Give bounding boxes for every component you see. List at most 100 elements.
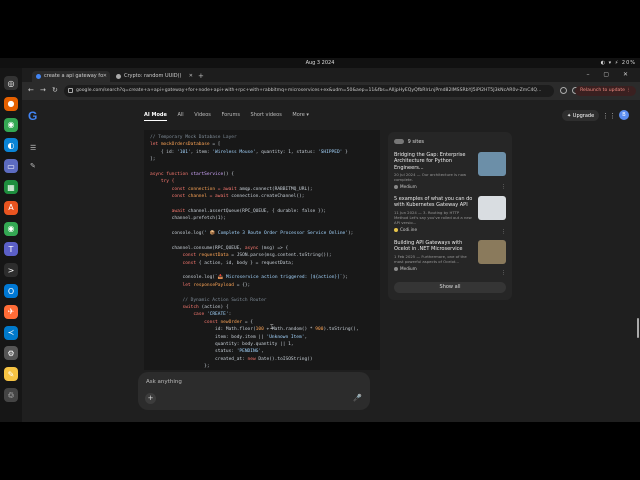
close-tab-icon[interactable]: ✕ [189, 73, 193, 79]
dock-ubuntu-icon[interactable]: ◎ [4, 76, 18, 90]
source-thumbnail[interactable] [478, 196, 506, 220]
dock-trash-icon[interactable]: ♲ [4, 388, 18, 402]
code-line: const channel = await connection.createC… [150, 194, 305, 200]
dock-spreadsheet-icon[interactable]: ▦ [4, 180, 18, 194]
ask-box[interactable]: Ask anything + 🎤 [138, 372, 370, 410]
add-attachment-button[interactable]: + [145, 393, 156, 404]
history-icon[interactable]: ☰ [30, 144, 38, 152]
tab-title: create a api gateway fo [44, 73, 104, 79]
dock-edge-icon[interactable]: ◐ [4, 138, 18, 153]
code-line: console.log(`📥 Microservice action trigg… [150, 275, 348, 281]
site-info-icon[interactable] [68, 88, 73, 93]
microphone-icon[interactable]: 🎤 [353, 394, 362, 402]
dock-teams-icon[interactable]: T [4, 242, 18, 257]
more-options-icon[interactable]: ⋮ [501, 229, 506, 235]
code-line: ]; [150, 157, 156, 163]
code-line: { id: '101', item: 'Wireless Mouse', qua… [150, 149, 348, 155]
source-title[interactable]: 5 examples of what you can do with Kuber… [394, 196, 474, 209]
code-block: // Temporary Mock Database Layer let mock… [144, 130, 380, 370]
tab-favicon-icon [116, 74, 121, 79]
url-text: google.com/search?q=create+a+api+gateway… [76, 88, 542, 93]
google-logo[interactable]: G [28, 109, 37, 123]
dock-notes-icon[interactable]: ✎ [4, 367, 18, 382]
status-indicators[interactable]: ◐ ▾ ⚡ 20% [601, 60, 636, 66]
source-thumbnail[interactable] [478, 152, 506, 176]
source-description: 1 Feb 2025 — Furthermore, one of the mos… [394, 253, 467, 264]
dock-chrome-icon[interactable]: ◉ [4, 117, 18, 132]
address-bar[interactable]: google.com/search?q=create+a+api+gateway… [64, 85, 554, 97]
code-line: const newOrder = { [150, 319, 253, 325]
dock-postman-icon[interactable]: ✈ [4, 304, 18, 319]
code-line: let responsePayload = {}; [150, 282, 251, 288]
new-chat-icon[interactable]: ✎ [30, 162, 38, 170]
tab-forums[interactable]: Forums [221, 112, 239, 118]
source-site: Codi.ine [394, 227, 506, 232]
source-title[interactable]: Bridging the Gap: Enterprise Architectur… [394, 152, 474, 171]
source-card[interactable]: Building API Gateways with Ocelot in .NE… [394, 240, 506, 271]
reload-icon[interactable]: ↻ [52, 86, 58, 94]
more-options-icon[interactable]: ⋮ [501, 270, 506, 276]
mouse-cursor-icon: ⌶ [270, 324, 274, 331]
dock-software-icon[interactable]: A [4, 200, 18, 215]
code-line: const { action, id, body } = requestData… [150, 260, 294, 266]
google-apps-icon[interactable]: ⋮⋮ [602, 112, 616, 120]
sources-panel: 9 sites Bridging the Gap: Enterprise Arc… [388, 132, 512, 300]
dock-firefox-icon[interactable]: ● [4, 96, 18, 111]
dock-chrome-2-icon[interactable]: ◉ [4, 221, 18, 236]
search-page: G AI Mode All Videos Forums Short videos… [22, 100, 640, 422]
site-icon [394, 266, 398, 271]
code-line: // Temporary Mock Database Layer [150, 135, 237, 140]
search-tabs: AI Mode All Videos Forums Short videos M… [144, 112, 318, 121]
dock-settings-icon[interactable]: ⚙ [4, 346, 18, 361]
upgrade-button[interactable]: ✦ Upgrade [562, 110, 600, 121]
dock-outlook-icon[interactable]: O [4, 284, 18, 298]
close-tab-icon[interactable]: ✕ [103, 73, 107, 79]
code-line: status: 'PENDING', [150, 349, 264, 355]
tab-title: Crypto: random UUID() [124, 73, 182, 79]
avatar[interactable]: B [619, 110, 629, 120]
code-line: }; [150, 364, 210, 370]
show-all-button[interactable]: Show all [394, 282, 506, 293]
source-card[interactable]: 5 examples of what you can do with Kuber… [394, 196, 506, 232]
source-thumbnail[interactable] [478, 240, 506, 264]
new-tab-button[interactable]: + [198, 72, 204, 80]
code-line: const connection = await amqp.connect(RA… [150, 186, 313, 192]
browser-tab-active[interactable]: create a api gateway fo ✕ [32, 71, 110, 82]
forward-icon[interactable]: → [40, 86, 46, 94]
relaunch-button[interactable]: Relaunch to update ⋮ [575, 86, 636, 96]
clock[interactable]: Aug 3 2024 [0, 60, 640, 66]
source-card[interactable]: Bridging the Gap: Enterprise Architectur… [394, 152, 506, 190]
browser-tab[interactable]: Crypto: random UUID() ✕ [112, 71, 196, 82]
source-site: Medium [394, 184, 506, 190]
scrollbar[interactable] [637, 318, 639, 338]
code-line: channel.prefetch(1); [150, 216, 226, 222]
ask-input[interactable]: Ask anything [146, 379, 182, 385]
code-line: let mockOrdersDatabase = [ [150, 142, 221, 148]
code-line: try { [150, 179, 175, 185]
dock-terminal-icon[interactable]: > [4, 263, 18, 278]
tab-all[interactable]: All [177, 112, 183, 118]
tab-more[interactable]: More ▾ [292, 112, 309, 118]
window-controls[interactable]: – ▢ ✕ [586, 71, 634, 78]
browser-toolbar: ← → ↻ google.com/search?q=create+a+api+g… [22, 82, 640, 100]
dock-files-icon[interactable]: ▭ [4, 159, 18, 174]
code-line: created_at: new Date().toISOString() [150, 356, 313, 362]
more-options-icon[interactable]: ⋮ [501, 184, 506, 190]
source-site: Medium [394, 266, 506, 271]
code-line: item: body.item || 'Unknown Item', [150, 334, 308, 340]
site-icon [394, 185, 398, 190]
sources-header[interactable]: 9 sites [394, 139, 424, 145]
source-title[interactable]: Building API Gateways with Ocelot in .NE… [394, 240, 474, 253]
dock: ◎ ● ◉ ◐ ▭ ▦ A ◉ T > O ✈ ≺ ⚙ ✎ ♲ [0, 68, 22, 422]
code-line: async function startService() { [150, 171, 234, 177]
tab-videos[interactable]: Videos [194, 112, 211, 118]
site-favicons-icon [394, 139, 404, 144]
tab-short-videos[interactable]: Short videos [251, 112, 282, 118]
extensions-icon[interactable] [560, 87, 567, 94]
tab-ai-mode[interactable]: AI Mode [144, 112, 167, 121]
back-icon[interactable]: ← [28, 86, 34, 94]
dock-vscode-icon[interactable]: ≺ [4, 325, 18, 340]
source-description: 20 Jul 2024 — Our architecture is now co… [394, 172, 467, 183]
